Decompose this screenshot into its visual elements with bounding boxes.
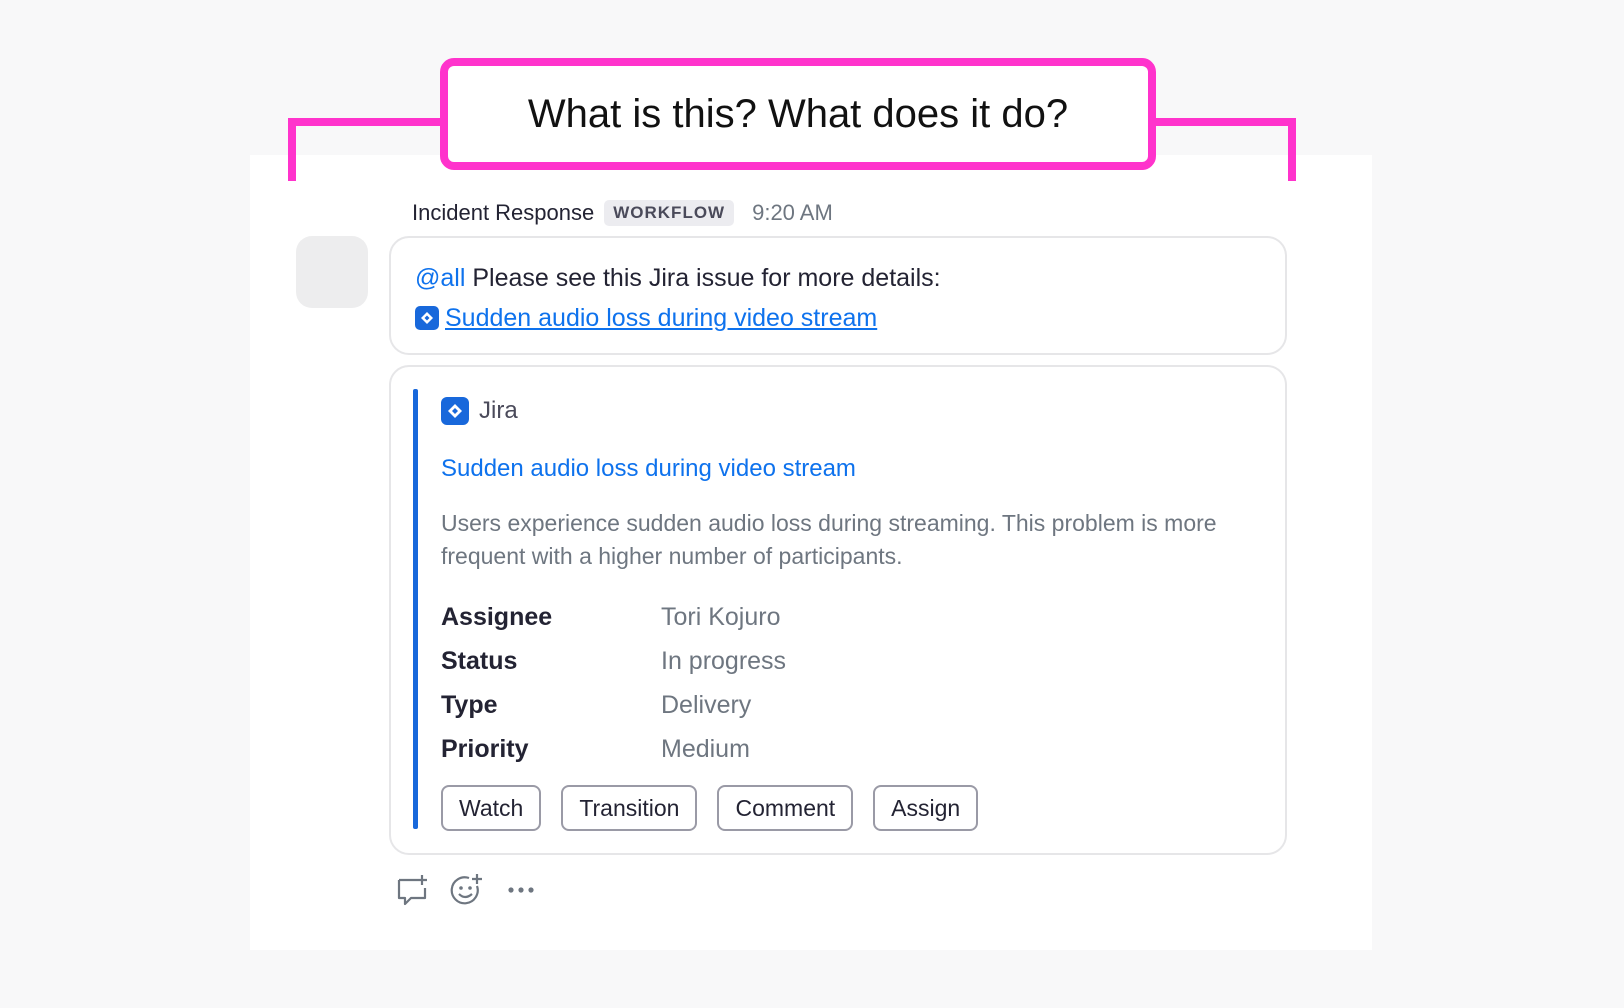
field-label: Priority bbox=[441, 735, 529, 763]
field-value: Delivery bbox=[661, 691, 752, 719]
jira-issue-link[interactable]: Sudden audio loss during video stream bbox=[445, 298, 877, 338]
message-text-line: @all Please see this Jira issue for more… bbox=[415, 258, 1261, 298]
message-actions bbox=[395, 872, 539, 908]
card-accent-bar bbox=[413, 389, 418, 829]
reply-icon[interactable] bbox=[395, 872, 431, 908]
field-row: Status In progress bbox=[441, 639, 786, 683]
jira-icon bbox=[441, 397, 469, 425]
field-value: Tori Kojuro bbox=[661, 603, 781, 631]
avatar[interactable] bbox=[296, 236, 368, 308]
card-description: Users experience sudden audio loss durin… bbox=[441, 510, 1217, 569]
card-header: Jira bbox=[441, 397, 518, 425]
card-actions: Watch Transition Comment Assign bbox=[441, 785, 979, 831]
message-bubble: @all Please see this Jira issue for more… bbox=[389, 236, 1287, 355]
field-label: Assignee bbox=[441, 603, 553, 631]
callout-box: What is this? What does it do? bbox=[440, 58, 1156, 170]
card-issue-title[interactable]: Sudden audio loss during video stream bbox=[441, 455, 856, 483]
more-options-icon[interactable] bbox=[503, 872, 539, 908]
message-text: Please see this Jira issue for more deta… bbox=[465, 264, 941, 292]
transition-button[interactable]: Transition bbox=[561, 785, 698, 831]
field-label: Type bbox=[441, 691, 498, 719]
field-row: Type Delivery bbox=[441, 683, 786, 727]
jira-icon bbox=[415, 306, 439, 330]
assign-button[interactable]: Assign bbox=[873, 785, 979, 831]
field-row: Assignee Tori Kojuro bbox=[441, 595, 786, 639]
workflow-badge: WORKFLOW bbox=[604, 200, 735, 226]
message-timestamp: 9:20 AM bbox=[752, 200, 833, 225]
jira-card: Jira Sudden audio loss during video stre… bbox=[389, 365, 1287, 855]
add-reaction-icon[interactable] bbox=[449, 872, 485, 908]
card-app-name: Jira bbox=[479, 397, 518, 424]
mention-all[interactable]: @all bbox=[415, 264, 465, 292]
field-value: In progress bbox=[661, 647, 787, 675]
issue-link-line: Sudden audio loss during video stream bbox=[415, 298, 1261, 338]
field-label: Status bbox=[441, 647, 518, 675]
card-fields: Assignee Tori Kojuro Status In progress … bbox=[441, 595, 786, 771]
message-header: Incident Response WORKFLOW 9:20 AM bbox=[412, 197, 833, 229]
callout-text: What is this? What does it do? bbox=[527, 91, 1069, 136]
field-value: Medium bbox=[661, 735, 750, 763]
comment-button[interactable]: Comment bbox=[717, 785, 854, 831]
field-row: Priority Medium bbox=[441, 727, 786, 771]
sender-name[interactable]: Incident Response bbox=[412, 200, 594, 226]
watch-button[interactable]: Watch bbox=[441, 785, 542, 831]
